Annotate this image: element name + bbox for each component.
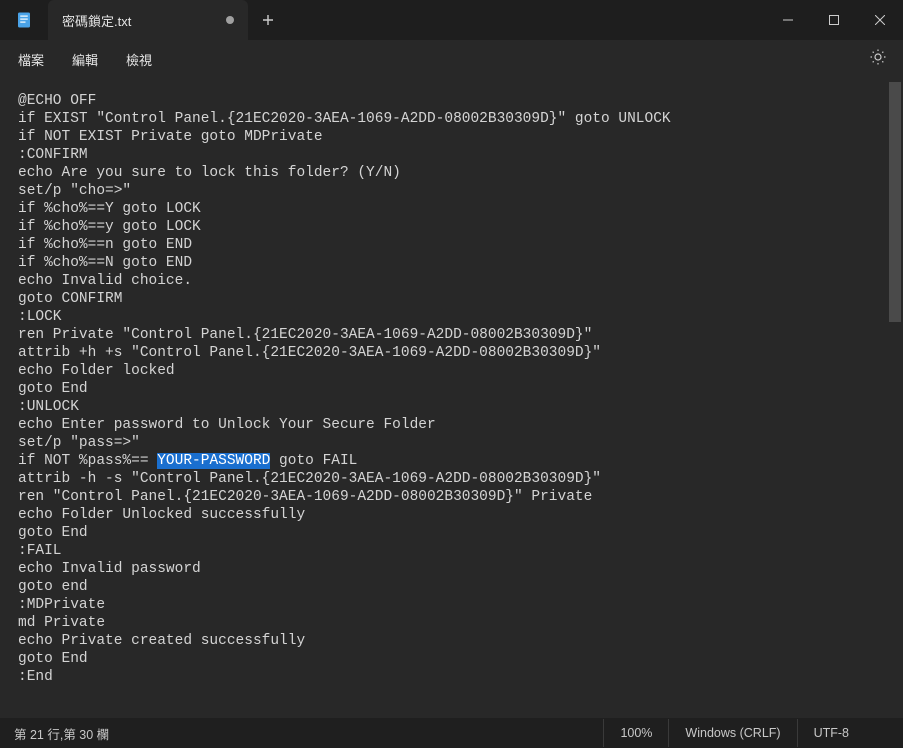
settings-button[interactable] <box>857 42 899 77</box>
editor-area[interactable]: @ECHO OFF if EXIST "Control Panel.{21EC2… <box>0 78 903 718</box>
maximize-icon <box>829 15 839 25</box>
menu-view[interactable]: 檢視 <box>112 44 166 75</box>
new-tab-button[interactable] <box>248 0 288 40</box>
tabs: 密碼鎖定.txt <box>48 0 288 40</box>
menubar: 檔案 編輯 檢視 <box>0 40 903 78</box>
selected-text: YOUR-PASSWORD <box>157 453 270 469</box>
notepad-icon <box>15 11 33 29</box>
menu-edit[interactable]: 編輯 <box>58 44 112 75</box>
zoom-level[interactable]: 100% <box>603 719 668 747</box>
minimize-button[interactable] <box>765 0 811 40</box>
code-after: goto FAIL attrib -h -s "Control Panel.{2… <box>18 453 601 685</box>
plus-icon <box>262 14 274 26</box>
tab-active[interactable]: 密碼鎖定.txt <box>48 0 248 40</box>
titlebar: 密碼鎖定.txt <box>0 0 903 40</box>
gear-icon <box>869 48 887 66</box>
minimize-icon <box>783 15 793 25</box>
cursor-position[interactable]: 第 21 行,第 30 欄 <box>14 724 109 743</box>
close-button[interactable] <box>857 0 903 40</box>
statusbar: 第 21 行,第 30 欄 100% Windows (CRLF) UTF-8 <box>0 718 903 748</box>
menu-file[interactable]: 檔案 <box>4 44 58 75</box>
vertical-scrollbar[interactable] <box>889 82 901 322</box>
code-before: @ECHO OFF if EXIST "Control Panel.{21EC2… <box>18 93 671 469</box>
maximize-button[interactable] <box>811 0 857 40</box>
line-ending[interactable]: Windows (CRLF) <box>668 719 796 747</box>
app-icon <box>0 0 48 40</box>
encoding[interactable]: UTF-8 <box>797 719 889 747</box>
modified-indicator-icon <box>226 16 234 24</box>
tab-title: 密碼鎖定.txt <box>62 11 131 30</box>
close-icon <box>875 15 885 25</box>
window-controls <box>765 0 903 40</box>
